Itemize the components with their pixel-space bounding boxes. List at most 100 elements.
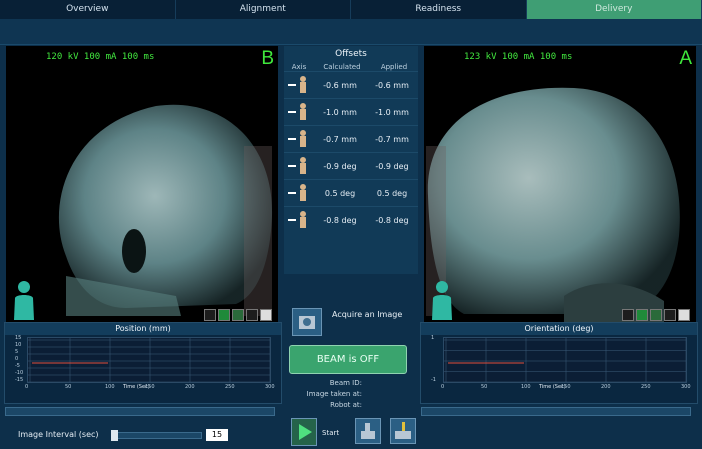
xray-image-a[interactable]: 123 kV 100 mA 100 ms A — [424, 46, 696, 324]
checker-icon[interactable] — [636, 309, 648, 321]
orientation-panel: Orientation (deg) Time (Sec) 0 50 100 150 20… — [420, 322, 698, 416]
y-tick-label: 1 — [431, 335, 435, 341]
interval-slider-handle[interactable] — [111, 430, 118, 441]
applied-value: -0.9 deg — [375, 161, 409, 171]
y-tick-label: -15 — [15, 377, 24, 383]
rotate-pitch-icon — [284, 156, 314, 176]
pointer-icon[interactable] — [260, 309, 272, 321]
person-icon[interactable] — [246, 309, 258, 321]
grid-view-icon[interactable] — [204, 309, 216, 321]
xray-image-b[interactable]: 120 kV 100 mA 100 ms B — [6, 46, 278, 324]
patient-avatar-icon — [14, 281, 34, 320]
toolbar-strip — [0, 19, 702, 45]
contrast-icon[interactable] — [232, 309, 244, 321]
skull-xray-b — [58, 104, 273, 316]
offset-row: -0.8 deg -0.8 deg — [284, 206, 418, 233]
axis-header: Axis — [291, 63, 307, 71]
x-tick-label: 0 — [25, 384, 29, 390]
beam-id-label: Beam ID: — [329, 379, 362, 387]
calculated-value: -0.9 deg — [323, 161, 357, 171]
calculated-value: -0.6 mm — [323, 80, 357, 90]
offset-row: -1.0 mm -1.0 mm — [284, 98, 418, 125]
y-tick-label: 15 — [15, 335, 22, 341]
x-tick-label: 200 — [185, 384, 195, 390]
calculated-value: -1.0 mm — [323, 107, 357, 117]
acquire-image-label: Acquire an Image — [332, 310, 403, 319]
robot-align-icon — [395, 422, 411, 439]
applied-header: Applied — [380, 63, 408, 71]
translate-up-icon — [284, 129, 314, 149]
image-letter-a: A — [679, 48, 692, 69]
offset-row: -0.7 mm -0.7 mm — [284, 125, 418, 152]
orientation-plot — [443, 337, 687, 383]
checker-icon[interactable] — [218, 309, 230, 321]
position-panel: Position (mm) Time (Sec) 0 50 100 150 200 250… — [4, 322, 282, 416]
y-tick-label: -10 — [15, 370, 24, 376]
exposure-settings-a: 123 kV 100 mA 100 ms — [464, 52, 573, 62]
grid-view-icon[interactable] — [622, 309, 634, 321]
offsets-panel: Offsets Axis Calculated Applied -0.6 mm -… — [284, 46, 418, 274]
bottom-controls: Image Interval (sec) 15 — [0, 424, 702, 449]
applied-value: -1.0 mm — [375, 107, 409, 117]
orientation-timeline-scrollbar[interactable] — [421, 407, 691, 416]
play-icon — [299, 424, 312, 440]
x-tick-label: 100 — [521, 384, 531, 390]
rotate-yaw-icon — [284, 210, 314, 230]
start-label: Start — [322, 429, 340, 437]
y-tick-label: -5 — [15, 363, 20, 369]
image-taken-label: Image taken at: — [306, 390, 362, 398]
tab-overview[interactable]: Overview — [0, 0, 176, 19]
skull-xray-a — [426, 87, 680, 324]
acquire-image-button[interactable] — [292, 308, 322, 336]
tab-alignment[interactable]: Alignment — [176, 0, 351, 19]
applied-value: -0.8 deg — [375, 215, 409, 225]
offsets-header: Axis Calculated Applied — [284, 63, 418, 71]
x-tick-label: 250 — [225, 384, 235, 390]
exposure-settings-b: 120 kV 100 mA 100 ms — [46, 52, 155, 62]
tab-bar: Overview Alignment Readiness Delivery — [0, 0, 702, 19]
image-interval-slider[interactable] — [111, 430, 202, 441]
x-tick-label: 0 — [441, 384, 445, 390]
image-letter-b: B — [261, 48, 274, 69]
offset-row: 0.5 deg 0.5 deg — [284, 179, 418, 206]
position-plot — [27, 337, 271, 383]
calculated-value: -0.8 deg — [323, 215, 357, 225]
offset-row: -0.6 mm -0.6 mm — [284, 71, 418, 98]
translate-right-icon — [284, 102, 314, 122]
image-tools-a — [622, 309, 690, 321]
position-timeline-scrollbar[interactable] — [5, 407, 275, 416]
start-button[interactable] — [291, 418, 317, 446]
x-tick-label: 200 — [601, 384, 611, 390]
contrast-icon[interactable] — [650, 309, 662, 321]
beam-status-button[interactable]: BEAM is OFF — [289, 345, 407, 374]
patient-avatar-icon — [432, 281, 452, 320]
x-tick-label: 50 — [481, 384, 488, 390]
rotate-roll-icon — [284, 183, 314, 203]
robot-arm-icon — [361, 423, 375, 439]
y-tick-label: 0 — [15, 356, 19, 362]
position-plot-title: Position (mm) — [5, 323, 281, 335]
x-tick-label: 100 — [105, 384, 115, 390]
offsets-title: Offsets — [335, 49, 367, 59]
calculated-value: 0.5 deg — [324, 188, 356, 198]
calculated-header: Calculated — [323, 63, 361, 71]
applied-value: -0.6 mm — [375, 80, 409, 90]
image-interval-input[interactable]: 15 — [206, 429, 228, 441]
x-tick-label: 250 — [641, 384, 651, 390]
image-interval-label: Image Interval (sec) — [18, 430, 99, 439]
x-tick-label: 150 — [145, 384, 155, 390]
tab-readiness[interactable]: Readiness — [351, 0, 527, 19]
x-tick-label: 150 — [561, 384, 571, 390]
orientation-plot-title: Orientation (deg) — [421, 323, 697, 335]
x-tick-label: 300 — [681, 384, 691, 390]
pointer-icon[interactable] — [678, 309, 690, 321]
person-icon[interactable] — [664, 309, 676, 321]
translate-down-icon — [284, 75, 314, 95]
robot-align-button[interactable] — [390, 418, 416, 444]
tab-delivery[interactable]: Delivery — [526, 0, 702, 19]
x-tick-label: 50 — [65, 384, 72, 390]
y-tick-label: -1 — [431, 377, 436, 383]
robot-move-button[interactable] — [355, 418, 381, 444]
applied-value: -0.7 mm — [375, 134, 409, 144]
offset-rows: -0.6 mm -0.6 mm -1.0 mm -1.0 mm -0.7 mm -0.7 … — [284, 71, 418, 233]
